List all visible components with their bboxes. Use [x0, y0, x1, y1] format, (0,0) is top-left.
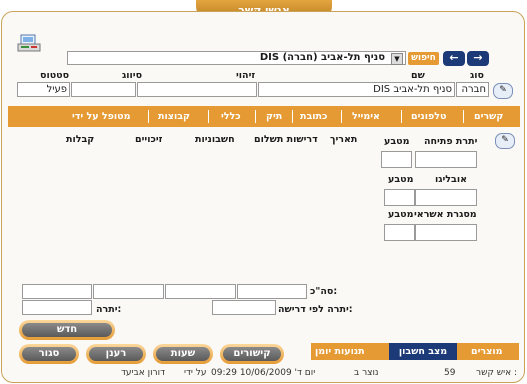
contact-number-label: איש קשר : [476, 368, 518, 378]
footer-bar: איש קשר : 59 נוצר ב יום ד' 10/06/2009 09… [8, 365, 520, 381]
section-menu-bar: קשרים טלפונים אימייל כתובת תיק כללי קבוצ… [8, 106, 520, 127]
status-label: סטטוס [40, 70, 70, 81]
total-field-4[interactable] [22, 284, 92, 299]
links-button[interactable]: קישורים [220, 344, 284, 364]
refresh-button[interactable]: רענן [86, 344, 146, 364]
created-label: נוצר ב [354, 368, 379, 378]
created-by-value: דורון אביעד [121, 368, 165, 378]
menu-groups[interactable]: קבוצות [158, 106, 190, 127]
invoices-header: חשבוניות [195, 134, 235, 145]
menu-links[interactable]: קשרים [474, 106, 503, 127]
tab-account-status[interactable]: מצב חשבון [389, 343, 457, 360]
credit-limit-field[interactable] [415, 224, 477, 241]
created-by-label: על ידי [184, 368, 207, 378]
type-label: סוג [470, 70, 484, 81]
status-field[interactable]: פעיל [17, 82, 70, 97]
edit-pencil-icon[interactable]: ✎ [493, 83, 513, 99]
credits-header: זיכויים [135, 134, 163, 145]
name-field[interactable]: DIS סניף תל-אביב [258, 82, 455, 97]
obligo-label: אובליגו [435, 174, 468, 185]
opening-balance-header: יתרת פתיחה [424, 136, 478, 147]
total-label: סה"כ: [310, 286, 338, 297]
menu-general[interactable]: כללי [221, 106, 241, 127]
obligo-field[interactable] [415, 189, 477, 206]
bottom-tab-bar: מוצרים מצב חשבון תנועות יומן [311, 343, 519, 360]
new-button[interactable]: חדש [19, 320, 115, 340]
menu-file[interactable]: תיק [266, 106, 282, 127]
class-label: סיווג [122, 70, 143, 81]
opening-currency-field[interactable] [381, 151, 412, 168]
tab-journal-entries[interactable]: תנועות יומן [315, 343, 365, 360]
next-arrow-button[interactable]: → [467, 51, 489, 66]
balance-label: יתרה: [96, 304, 122, 315]
chevron-down-icon[interactable]: ▼ [391, 53, 403, 65]
name-label: שם [411, 70, 425, 81]
balance-by-request-label: יתרה לפי דרישה: [278, 304, 353, 315]
search-select[interactable]: DIS סניף תל-אביב (חברה) ▼ [67, 51, 406, 65]
opening-balance-field[interactable] [415, 151, 477, 168]
total-field-1[interactable] [237, 284, 307, 299]
credit-currency-field[interactable] [384, 224, 415, 241]
id-label: זיהוי [236, 70, 256, 81]
hours-button[interactable]: שעות [153, 344, 213, 364]
menu-handled-by[interactable]: מטופל על ידי [72, 106, 130, 127]
close-button[interactable]: סגור [19, 344, 79, 364]
tab-products[interactable]: מוצרים [471, 343, 502, 360]
date-header: תאריך [330, 134, 358, 145]
credit-currency-label: מטבע [388, 209, 414, 220]
credit-limit-label: מסגרת אשראי [414, 209, 477, 220]
created-value: יום ד' 10/06/2009 09:29 [211, 368, 316, 378]
contact-number: 59 [444, 368, 456, 378]
total-field-3[interactable] [93, 284, 164, 299]
receipts-header: קבלות [66, 134, 95, 145]
class-field[interactable] [71, 82, 136, 97]
payment-requests-header: דרישות תשלום [254, 134, 318, 145]
currency-header: מטבע [384, 136, 410, 147]
obligo-currency-field[interactable] [384, 189, 415, 206]
menu-email[interactable]: אימייל [352, 106, 380, 127]
balance-field[interactable] [22, 300, 92, 315]
obligo-currency-label: מטבע [388, 174, 414, 185]
total-field-2[interactable] [165, 284, 236, 299]
prev-arrow-button[interactable]: ← [443, 51, 465, 66]
id-field[interactable] [137, 82, 257, 97]
menu-phones[interactable]: טלפונים [411, 106, 446, 127]
computer-icon [17, 33, 43, 53]
search-button[interactable]: חיפוש [408, 52, 439, 65]
type-field[interactable]: חברה [456, 82, 489, 97]
edit-pencil-icon[interactable]: ✎ [495, 133, 515, 149]
menu-address[interactable]: כתובת [300, 106, 327, 127]
search-select-value: DIS סניף תל-אביב (חברה) [259, 52, 385, 63]
balance-by-request-field[interactable] [212, 300, 276, 315]
